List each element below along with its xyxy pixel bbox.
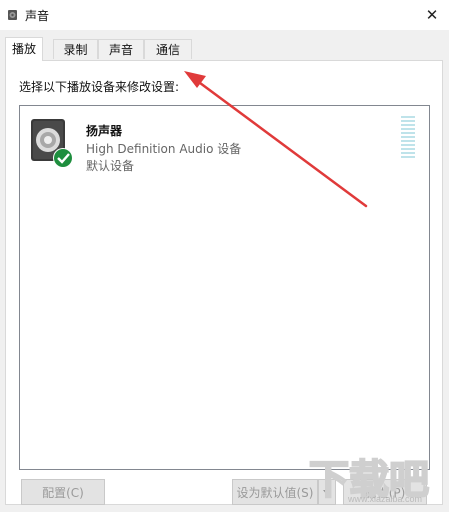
device-name: 扬声器 — [86, 124, 123, 138]
instruction-text: 选择以下播放设备来修改设置: — [19, 80, 180, 94]
close-icon: ✕ — [425, 6, 439, 24]
tab-communications[interactable]: 通信 — [144, 39, 192, 59]
tab-strip: 播放 录制 声音 通信 — [5, 37, 444, 61]
device-description: High Definition Audio 设备 — [86, 142, 242, 156]
window-title: 声音 — [25, 9, 50, 23]
title-bar: 声音 ✕ — [0, 0, 449, 30]
device-list[interactable]: 扬声器 High Definition Audio 设备 默认设备 — [19, 105, 430, 470]
device-status: 默认设备 — [86, 159, 135, 173]
tab-recording[interactable]: 录制 — [53, 39, 98, 59]
watermark-url: www.xiazaiba.com — [348, 494, 423, 504]
volume-level-meter — [401, 116, 415, 158]
close-button[interactable]: ✕ — [415, 0, 449, 30]
configure-button[interactable]: 配置(C) — [21, 479, 105, 505]
tab-playback[interactable]: 播放 — [5, 37, 43, 61]
speaker-with-check-icon — [31, 119, 73, 168]
tab-sounds[interactable]: 声音 — [98, 39, 144, 59]
list-item[interactable]: 扬声器 High Definition Audio 设备 默认设备 — [26, 112, 425, 173]
speaker-icon — [8, 10, 17, 20]
